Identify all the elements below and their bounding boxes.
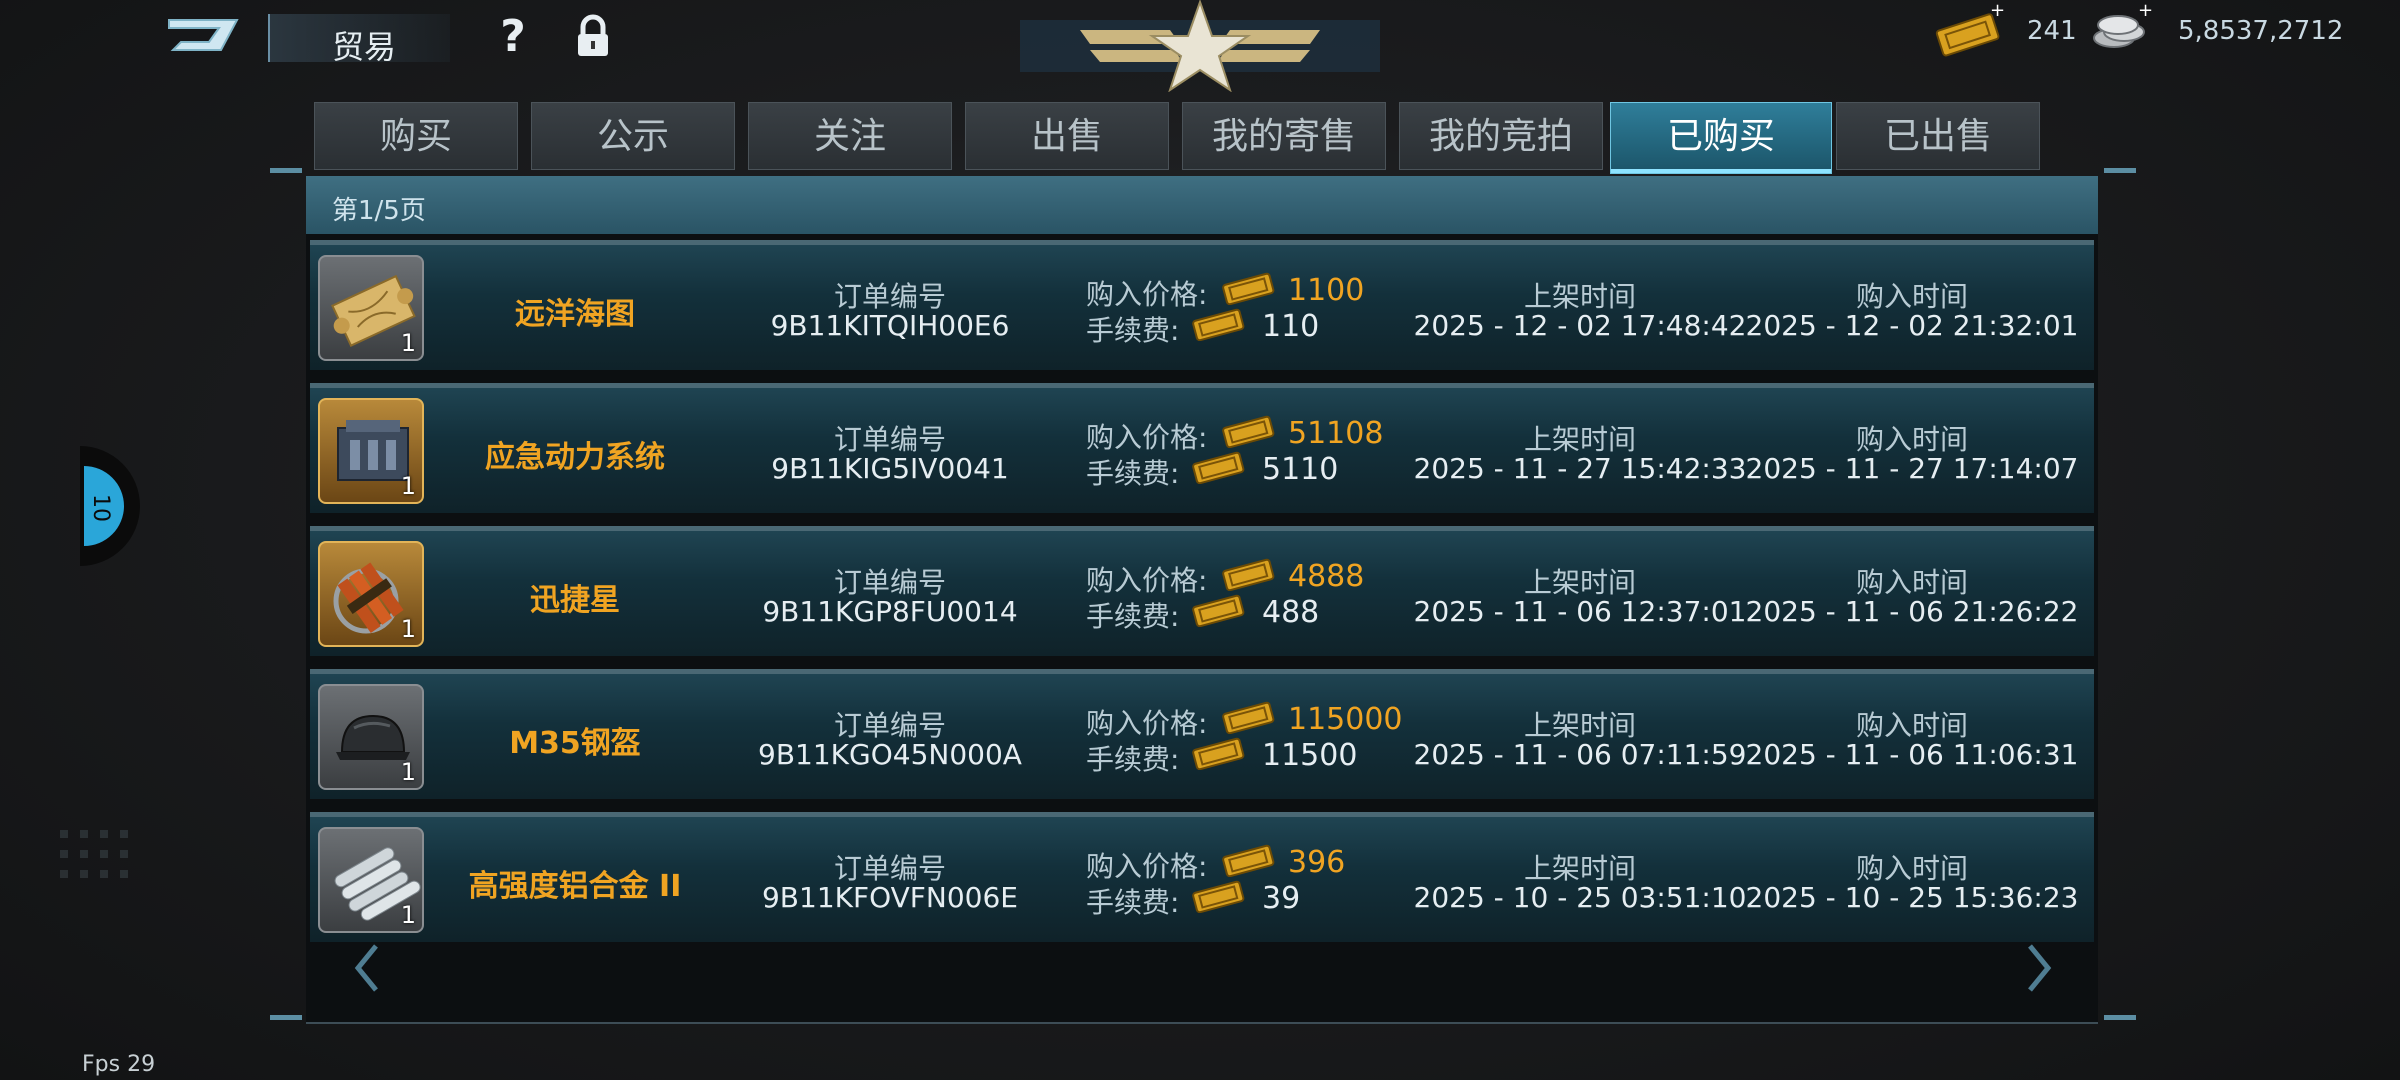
item-name: 应急动力系统	[485, 440, 665, 475]
item-quantity: 1	[400, 758, 416, 786]
ticket-icon	[1222, 844, 1275, 877]
order-no: 9B11KGP8FU0014	[762, 595, 1018, 628]
ticket-icon	[1192, 880, 1245, 913]
rank-emblem-icon	[1020, 0, 1380, 92]
fee-label: 手续费:	[1086, 457, 1180, 490]
fee-label: 手续费:	[1086, 314, 1180, 347]
fps-counter: Fps 29	[82, 1052, 156, 1077]
page-indicator: 第1/5页	[332, 196, 426, 226]
svg-text:10: 10	[88, 494, 113, 522]
chevron-left-icon[interactable]	[348, 940, 388, 996]
fee-value: 488	[1262, 595, 1320, 630]
bought-time: 2025 - 11 - 27 17:14:07	[1745, 452, 2079, 485]
tab-buy[interactable]: 购买	[314, 102, 518, 170]
item-name: 迅捷星	[530, 583, 620, 618]
item-quantity: 1	[400, 472, 416, 500]
tab-sold[interactable]: 已出售	[1836, 102, 2040, 170]
ticket-icon	[1222, 272, 1275, 305]
item-quantity: 1	[400, 615, 416, 643]
ticket-icon	[1192, 737, 1245, 770]
page-bar: 第1/5页	[306, 176, 2098, 234]
item-quantity: 1	[400, 901, 416, 929]
listed-time: 2025 - 11 - 27 15:42:33	[1413, 452, 1747, 485]
tab-purchased[interactable]: 已购买	[1610, 102, 1832, 174]
item-slot[interactable]: 1	[318, 827, 424, 933]
page-title: 贸易	[332, 28, 397, 66]
ticket-icon	[1222, 701, 1275, 734]
purchase-row[interactable]: 1 远洋海图 订单编号 9B11KITQIH00E6 购入价格: 1100 手续…	[310, 240, 2094, 370]
fee-value: 5110	[1262, 452, 1339, 487]
listed-time: 2025 - 12 - 02 17:48:42	[1413, 309, 1747, 342]
ticket-icon	[1192, 308, 1245, 341]
item-name: 高强度铝合金 II	[468, 869, 682, 904]
fee-label: 手续费:	[1086, 886, 1180, 919]
add-tickets-icon[interactable]: +	[1990, 0, 2005, 21]
item-slot[interactable]: 1	[318, 541, 424, 647]
fee-label: 手续费:	[1086, 600, 1180, 633]
purchase-price: 4888	[1288, 559, 1365, 594]
item-name: 远洋海图	[515, 297, 635, 332]
question-mark-icon[interactable]: ?	[490, 14, 536, 60]
item-quantity: 1	[400, 329, 416, 357]
bought-time: 2025 - 10 - 25 15:36:23	[1745, 881, 2079, 914]
background-decoration	[60, 830, 128, 878]
purchase-row[interactable]: 1 M35钢盔 订单编号 9B11KGO45N000A 购入价格: 115000…	[310, 669, 2094, 799]
fee-value: 110	[1262, 309, 1320, 344]
item-slot[interactable]: 1	[318, 398, 424, 504]
purchase-price: 1100	[1288, 273, 1365, 308]
coin-count: 5,8537,2712	[2178, 16, 2344, 46]
side-event-badge-icon[interactable]: 10	[80, 446, 142, 566]
purchase-price: 396	[1288, 845, 1346, 880]
chevron-right-icon[interactable]	[2018, 940, 2058, 996]
tab-sell[interactable]: 出售	[965, 102, 1169, 170]
purchase-price: 115000	[1288, 702, 1403, 737]
fee-value: 39	[1262, 881, 1301, 916]
ticket-count: 241	[2027, 16, 2077, 46]
bought-time: 2025 - 11 - 06 11:06:31	[1745, 738, 2079, 771]
tab-watchlist[interactable]: 关注	[748, 102, 952, 170]
order-no: 9B11KFOVFN006E	[761, 881, 1018, 914]
item-name: M35钢盔	[509, 726, 641, 761]
game-logo-icon[interactable]	[163, 14, 243, 56]
ticket-icon	[1192, 451, 1245, 484]
order-no: 9B11KGO45N000A	[758, 738, 1022, 771]
listed-time: 2025 - 11 - 06 12:37:01	[1413, 595, 1747, 628]
purchased-list-panel: 第1/5页 1 远洋海图 订单编号 9B11KITQIH00E6 购入价格: 1…	[306, 176, 2098, 1024]
purchase-row[interactable]: 1 应急动力系统 订单编号 9B11KIG5IV0041 购入价格: 51108…	[310, 383, 2094, 513]
tab-my-auction[interactable]: 我的竞拍	[1399, 102, 1603, 170]
ticket-icon	[1192, 594, 1245, 627]
title-plate: 贸易	[268, 14, 450, 66]
tab-announce[interactable]: 公示	[531, 102, 735, 170]
listed-time: 2025 - 10 - 25 03:51:10	[1413, 881, 1747, 914]
ticket-icon	[1222, 415, 1275, 448]
order-no: 9B11KITQIH00E6	[770, 309, 1010, 342]
purchase-row[interactable]: 1 迅捷星 订单编号 9B11KGP8FU0014 购入价格: 4888 手续费…	[310, 526, 2094, 656]
listed-time: 2025 - 11 - 06 07:11:59	[1413, 738, 1747, 771]
order-no: 9B11KIG5IV0041	[771, 452, 1009, 485]
purchase-row[interactable]: 1 高强度铝合金 II 订单编号 9B11KFOVFN006E 购入价格: 39…	[310, 812, 2094, 942]
ticket-icon	[1222, 558, 1275, 591]
bought-time: 2025 - 11 - 06 21:26:22	[1745, 595, 2079, 628]
purchase-price: 51108	[1288, 416, 1384, 451]
fee-label: 手续费:	[1086, 743, 1180, 776]
lock-icon[interactable]	[570, 14, 616, 60]
tab-my-consignment[interactable]: 我的寄售	[1182, 102, 1386, 170]
item-slot[interactable]: 1	[318, 684, 424, 790]
item-slot[interactable]: 1	[318, 255, 424, 361]
add-coins-icon[interactable]: +	[2138, 0, 2153, 21]
bought-time: 2025 - 12 - 02 21:32:01	[1745, 309, 2079, 342]
top-bar: 贸易 ? + 241 + 5,8537,2712	[0, 0, 2400, 92]
fee-value: 11500	[1262, 738, 1358, 773]
